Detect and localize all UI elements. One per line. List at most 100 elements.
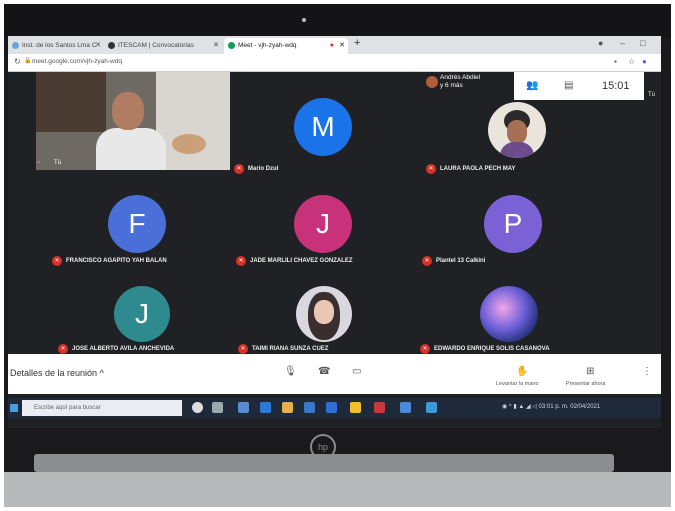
store-icon[interactable] [304,402,315,413]
avatar-mario: M [294,98,352,156]
chat-icon[interactable]: ▤ [564,80,573,91]
others-label: Andrés Abdiel y 6 más [440,74,480,90]
app-icon[interactable] [426,402,437,413]
lock-icon: 🔒 [24,58,32,64]
tab-label: Meet - vjh-zyah-wdq [238,42,297,49]
meeting-clock: 15:01 [602,80,630,92]
recording-icon: ● [329,42,334,49]
windows-taskbar: Escribe aquí para buscar ◉ ^ ▮ ▲ ◢ ◁ 03:… [8,398,661,418]
avatar-jade: J [294,195,352,253]
tray-icons[interactable]: ◉ ^ ▮ ▲ ◢ ◁ [502,404,537,410]
face [314,300,334,324]
close-icon[interactable]: ✕ [95,38,101,54]
new-tab-button[interactable]: + [354,37,360,49]
people-icon[interactable]: 👥 [526,80,538,91]
participant-name: JADE MARLILI CHAVEZ GONZALEZ [250,258,353,264]
microphone-icon[interactable]: 🎙 [284,366,297,377]
browser-tab-meet[interactable]: Meet - vjh-zyah-wdq ● ✕ [224,38,348,54]
more-options-icon[interactable]: ··· [36,159,41,166]
raise-hand-label[interactable]: Levantar la mano [496,381,539,387]
laptop-screen: Inst. de los Santos Lma C ✕ ITESCAM | Co… [8,36,661,428]
participant-name: EDWARDO ENRIQUE SOLIS CASANOVA [434,346,550,352]
chevron-up-icon: ^ [99,368,104,378]
face [507,120,527,144]
minimize-icon[interactable]: – [620,38,625,48]
person-body [96,128,166,170]
meeting-details-button[interactable]: Detalles de la reunión ^ [10,368,104,378]
raise-hand-icon[interactable]: ✋ [516,366,528,377]
avatar-laura [488,102,546,158]
participant-name: Plantel 13 Calkini [436,258,486,264]
self-label: Tú [54,160,62,166]
browser-tab-bar: Inst. de los Santos Lma C ✕ ITESCAM | Co… [8,36,661,54]
avatar-andres [426,76,438,88]
others-name: Andrés Abdiel [440,74,481,81]
account-icon[interactable]: ● [598,38,603,48]
shoulders [500,142,534,158]
browser-tab-2[interactable]: ITESCAM | Convocatorias ✕ [104,38,222,54]
participant-name: Mario Dzul [248,166,279,172]
muted-mic-icon: ✕ [238,344,248,354]
avatar-francisco: F [108,195,166,253]
self-label-right: Tú [648,92,656,98]
windows-start-icon[interactable] [10,404,18,412]
tab-label: Inst. de los Santos Lma C [22,42,97,49]
system-tray: ◉ ^ ▮ ▲ ◢ ◁ 03:01 p. m. 02/04/2021 [502,403,600,410]
meet-favicon-icon [228,42,235,49]
background-wall [156,72,230,170]
tray-time: 03:01 p. m. [538,404,569,410]
muted-mic-icon: ✕ [236,256,246,266]
reload-icon[interactable]: ↻ [14,57,21,66]
muted-mic-icon: ✕ [420,344,430,354]
office-icon[interactable] [374,402,385,413]
cortana-icon[interactable] [192,402,203,413]
muted-mic-icon: ✕ [426,164,436,174]
present-label[interactable]: Presentar ahora [566,381,605,387]
profile-icon[interactable]: ● [642,57,647,66]
participant-name: JOSE ALBERTO AVILA ANCHEVIDA [72,346,175,352]
taskbar-search-input[interactable]: Escribe aquí para buscar [22,400,182,416]
dropbox-icon[interactable] [326,402,337,413]
file-explorer-icon[interactable] [282,402,293,413]
self-view-tile[interactable]: ··· Tú [36,72,230,170]
present-icon[interactable]: ⊞ [586,366,594,377]
muted-mic-icon: ✕ [52,256,62,266]
task-view-icon[interactable] [212,402,223,413]
muted-mic-icon: ✕ [58,344,68,354]
avatar-taimi [296,286,352,342]
avatar-plantel: P [484,195,542,253]
muted-mic-icon: ✕ [422,256,432,266]
background-stairs [36,72,106,132]
avatar-edwardo [480,286,538,342]
address-bar: ↻ 🔒 meet.google.com/vjh-zyah-wdq ▪ ☆ ● [8,54,661,72]
more-options-icon[interactable]: ⋮ [642,366,652,377]
edge-icon[interactable] [260,402,271,413]
meet-top-controls: 👥 ▤ 15:01 [514,72,644,100]
flowers [172,134,206,154]
participant-name: LAURA PAOLA PECH MAY [440,166,516,172]
tray-date: 02/04/2021 [570,404,601,410]
participant-name: FRANCISCO AGAPITO YAH BALAN [66,258,167,264]
avatar-jose: J [114,286,170,342]
browser-tab-1[interactable]: Inst. de los Santos Lma C ✕ [8,38,104,54]
url-field[interactable]: meet.google.com/vjh-zyah-wdq [32,58,122,65]
participant-name: TAIMI RIANA SUNZA CUEZ [252,346,329,352]
close-icon[interactable]: ✕ [213,38,219,54]
app-icon[interactable] [350,402,361,413]
laptop-bezel [4,4,671,38]
laptop-hinge [34,454,614,472]
person-head [112,92,144,130]
others-more: y 6 más [440,82,463,89]
chrome-icon[interactable] [400,402,411,413]
camera-icon[interactable]: ▭ [352,366,361,377]
close-icon[interactable]: ✕ [339,38,345,54]
hang-up-icon[interactable]: ☎ [318,366,330,377]
favicon-icon [12,42,19,49]
meeting-details-label: Detalles de la reunión [10,368,98,378]
bookmark-star-icon[interactable]: ☆ [628,57,635,66]
maximize-icon[interactable]: □ [640,38,645,48]
camera-icon[interactable]: ▪ [614,57,617,66]
laptop-base [4,472,671,507]
app-icon[interactable] [238,402,249,413]
photo: Inst. de los Santos Lma C ✕ ITESCAM | Co… [4,4,671,507]
